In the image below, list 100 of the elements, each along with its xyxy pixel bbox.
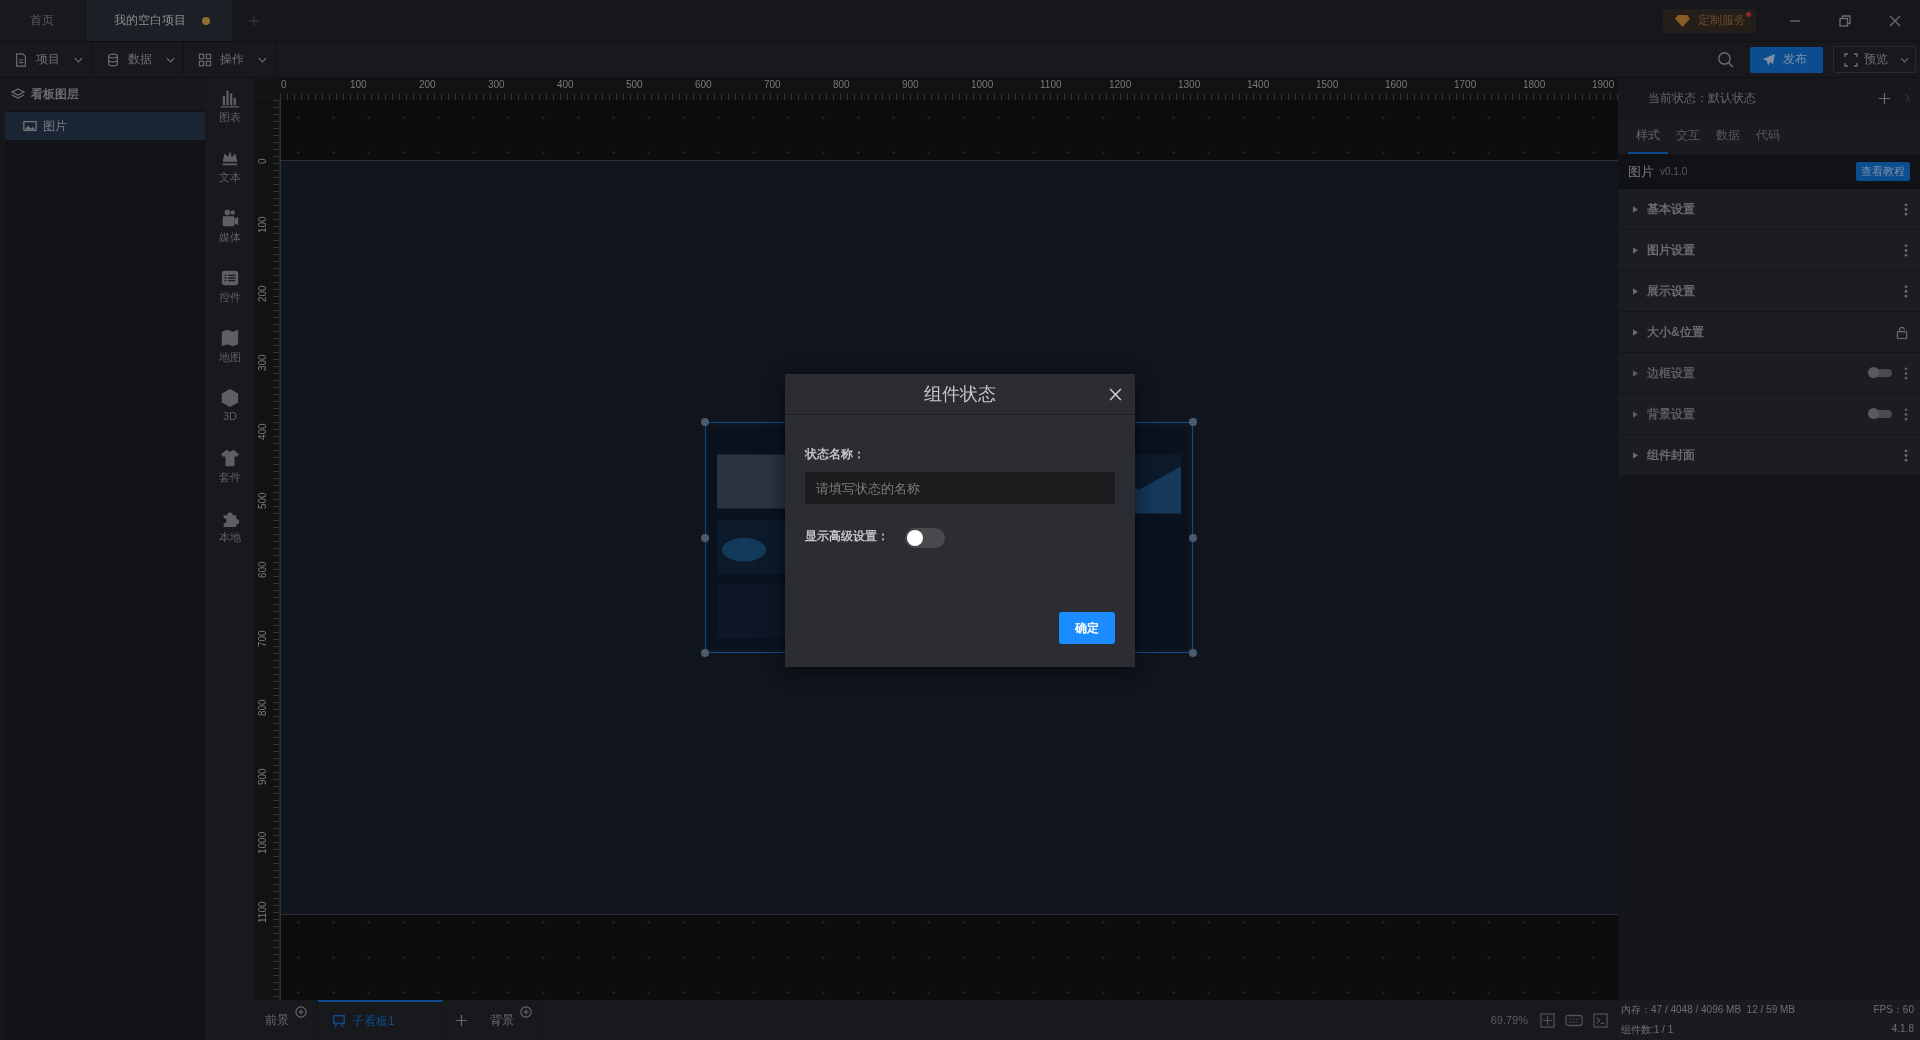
component-button[interactable]: 图表 [208, 84, 252, 144]
caret-right-icon [1633, 205, 1638, 213]
version-label: v0.1.0 [1660, 166, 1688, 177]
ruler-label: 100 [257, 216, 268, 233]
field-label: 状态名称： [805, 446, 865, 463]
section-title: 边框设置 [1647, 364, 1695, 382]
caret-right-icon [1633, 246, 1638, 254]
settings-section[interactable]: 展示设置 [1618, 271, 1920, 312]
document-tab[interactable]: 我的空白项目 [86, 0, 232, 41]
state-name-field[interactable]: 请填写状态的名称 [805, 472, 1115, 504]
resize-handle[interactable] [1189, 534, 1197, 542]
cube-icon [220, 388, 240, 408]
more-icon[interactable] [1904, 284, 1908, 298]
ruler-label: 300 [257, 354, 268, 371]
more-icon[interactable] [1904, 243, 1908, 257]
dialog-title: 组件状态 [924, 383, 996, 406]
component-button[interactable]: 控件 [208, 264, 252, 324]
restore-icon[interactable] [1839, 14, 1851, 27]
more-icon[interactable] [1904, 448, 1908, 462]
ruler-label: 700 [257, 630, 268, 647]
ruler-label: 300 [488, 79, 505, 90]
ruler-label: 400 [257, 423, 268, 440]
component-button[interactable]: 本地 [208, 504, 252, 564]
settings-section[interactable]: 组件封面 [1618, 435, 1920, 476]
terminal-icon[interactable] [1593, 1012, 1608, 1028]
panel-title: 看板图层 [31, 85, 79, 103]
image-icon [23, 119, 37, 133]
tab-label: 我的空白项目 [114, 12, 186, 29]
section-title: 图片设置 [1647, 241, 1695, 259]
component-count: 组件数:1 / 1 [1621, 1023, 1674, 1037]
panel-tab[interactable]: 代码 [1748, 119, 1788, 154]
settings-section[interactable]: 大小&位置 [1618, 312, 1920, 353]
add-tab-icon[interactable] [248, 14, 260, 27]
caret-right-icon [1633, 287, 1638, 295]
section-title: 基本设置 [1647, 200, 1695, 218]
ruler-label: 1100 [257, 901, 268, 923]
settings-section[interactable]: 图片设置 [1618, 230, 1920, 271]
component-button[interactable]: 文本 [208, 144, 252, 204]
chevron-down-icon [1900, 56, 1909, 63]
menu-button[interactable]: 项目 [0, 41, 92, 78]
add-board-icon[interactable] [455, 1013, 468, 1027]
ruler-label: 0 [257, 158, 268, 164]
section-title: 背景设置 [1647, 405, 1695, 423]
resize-handle[interactable] [701, 649, 709, 657]
resize-handle[interactable] [1189, 418, 1197, 426]
caret-right-icon [1633, 369, 1638, 377]
gem-icon [1675, 14, 1690, 27]
fit-screen-icon[interactable] [1540, 1012, 1555, 1028]
chevron-down-icon [74, 56, 83, 63]
zoom-level: 69.79% [1490, 1014, 1528, 1026]
caret-right-icon [1633, 410, 1638, 418]
video-camera-icon [220, 208, 240, 228]
board-tab[interactable]: 背景 [480, 1000, 543, 1040]
paper-plane-icon [1762, 52, 1776, 67]
resize-handle[interactable] [1189, 649, 1197, 657]
chevron-down-icon [166, 56, 175, 63]
chevron-down-icon [258, 56, 267, 63]
component-button[interactable]: 地图 [208, 324, 252, 384]
ruler-label: 1000 [971, 79, 994, 90]
ruler-label: 400 [557, 79, 574, 90]
section-title: 大小&位置 [1647, 323, 1704, 341]
component-button[interactable]: 套件 [208, 444, 252, 504]
chevron-right-icon[interactable] [1905, 94, 1910, 102]
caret-right-icon [1633, 451, 1638, 459]
easel-icon [332, 1014, 346, 1028]
search-icon[interactable] [1717, 51, 1734, 68]
grid-icon [198, 52, 212, 67]
ruler-label: 1600 [1385, 79, 1408, 90]
current-state: 当前状态：默认状态 [1648, 89, 1756, 107]
settings-section[interactable]: 基本设置 [1618, 189, 1920, 230]
layer-item[interactable]: 图片 [5, 112, 205, 140]
preview-button[interactable]: 预览 [1833, 46, 1916, 73]
custom-service-button[interactable]: 定制服务 [1663, 8, 1756, 33]
bar-chart-icon [220, 88, 240, 108]
ruler-label: 1900 [1592, 79, 1615, 90]
component-button[interactable]: 3D [208, 384, 252, 444]
ruler-label: 1100 [1040, 79, 1062, 90]
tutorial-button[interactable]: 查看教程 [1856, 162, 1910, 181]
ruler-label: 700 [764, 79, 781, 90]
ruler-label: 600 [695, 79, 712, 90]
toggle-switch[interactable] [905, 528, 945, 548]
ruler-label: 1800 [1523, 79, 1546, 90]
lock-icon[interactable] [1896, 325, 1908, 339]
ruler-label: 100 [350, 79, 367, 90]
layers-icon [11, 87, 25, 101]
menu-button[interactable]: 数据 [92, 41, 184, 78]
resize-handle[interactable] [701, 534, 709, 542]
add-state-icon[interactable] [1878, 91, 1891, 105]
board-tab[interactable]: 子看板1 [318, 1000, 443, 1040]
ruler-label: 200 [419, 79, 436, 90]
menu-button[interactable]: 操作 [184, 41, 276, 78]
more-icon[interactable] [1904, 202, 1908, 216]
resize-handle[interactable] [701, 418, 709, 426]
database-icon [106, 52, 120, 67]
confirm-button[interactable]: 确定 [1059, 612, 1115, 644]
keyboard-icon[interactable] [1565, 1012, 1583, 1028]
component-button[interactable]: 媒体 [208, 204, 252, 264]
publish-button[interactable]: 发布 [1750, 46, 1823, 73]
ruler-label: 1700 [1454, 79, 1477, 90]
ruler-label: 0 [281, 79, 287, 90]
